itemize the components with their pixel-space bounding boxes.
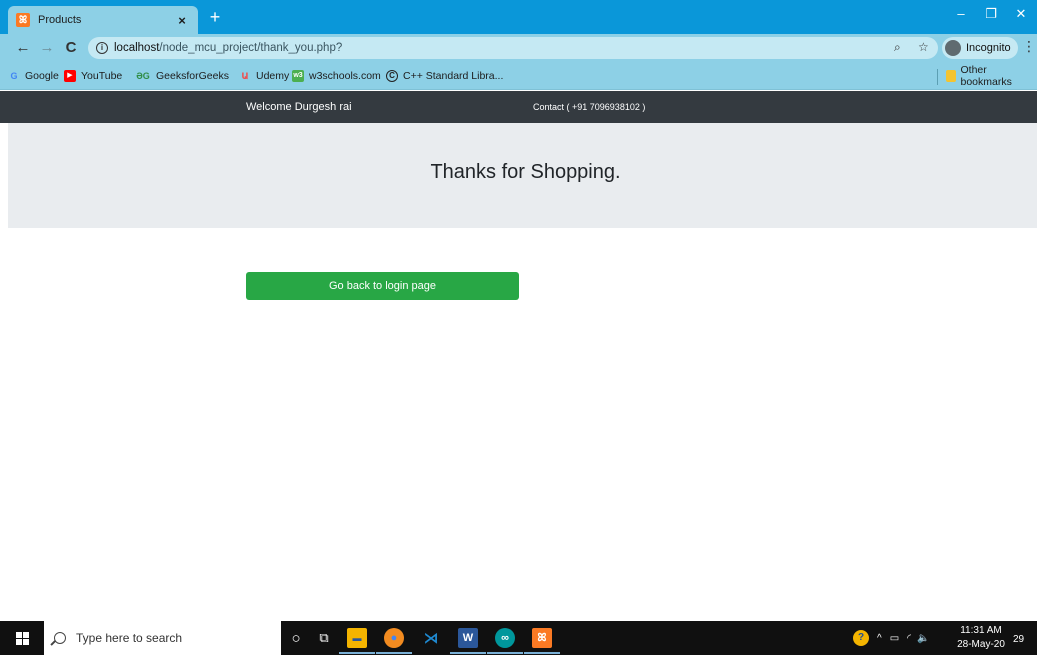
browser-tab-strip: ꕤ Products × + – ❐ ✕ [0,0,1037,34]
youtube-icon: ▶ [64,70,76,82]
system-tray: ? ^ ▭ ◜ 🔈 [853,621,929,655]
active-app-indicator [487,652,523,654]
arduino-icon[interactable]: ∞ [495,628,515,648]
browser-menu-icon[interactable]: ⋮ [1022,38,1036,55]
url-host: localhost [114,42,160,54]
task-view-icon[interactable]: ⧉ [314,628,334,648]
bookmark-youtube[interactable]: ▶ YouTube [64,68,122,84]
welcome-text: Welcome Durgesh rai [246,101,352,113]
chevron-up-icon[interactable]: ^ [877,633,882,644]
word-icon[interactable]: W [458,628,478,648]
url-path: /node_mcu_project/thank_you.php? [159,42,343,54]
bookmark-label: w3schools.com [309,70,381,82]
xampp-icon[interactable]: ꕤ [532,628,552,648]
windows-logo-icon [15,631,29,645]
vscode-icon[interactable]: ⋊ [421,628,441,648]
tab-title: Products [38,14,82,26]
active-app-indicator [450,652,486,654]
bookmarks-divider [937,69,938,85]
page-title: Thanks for Shopping. [430,161,621,183]
volume-icon[interactable]: 🔈 [917,633,929,644]
bookmark-cpp-library[interactable]: C C++ Standard Libra... [386,68,503,84]
tab-close-icon[interactable]: × [174,13,190,28]
file-explorer-icon[interactable]: ▬ [347,628,367,648]
xampp-favicon-icon: ꕤ [16,13,30,27]
notification-center-icon[interactable]: 29 [1013,630,1029,646]
bookmark-label: C++ Standard Libra... [403,70,504,82]
windows-taskbar: Type here to search ○ ⧉ ▬ ● ⋊ W ∞ ꕤ ? ^ … [0,621,1037,655]
bookmark-udemy[interactable]: Ա Udemy [239,68,289,84]
geeksforgeeks-icon: ƏG [136,71,150,81]
address-bar[interactable]: i localhost/node_mcu_project/thank_you.p… [88,37,938,59]
zoom-icon[interactable]: ⌕ [894,40,901,55]
folder-icon [946,70,956,82]
browser-toolbar: ← → C i localhost/node_mcu_project/thank… [0,34,1037,62]
battery-icon[interactable]: ▭ [890,633,899,644]
site-navbar: Welcome Durgesh rai Contact ( +91 709693… [0,91,1037,123]
start-button[interactable] [0,621,44,655]
active-app-indicator [339,652,375,654]
close-window-icon[interactable]: ✕ [1006,4,1036,24]
w3schools-icon: w3 [292,70,304,82]
cortana-icon[interactable]: ○ [286,628,306,648]
chrome-icon[interactable]: ● [384,628,404,648]
search-placeholder: Type here to search [76,631,183,645]
back-to-login-button[interactable]: Go back to login page [246,272,519,300]
bookmark-google[interactable]: G Google [8,68,59,84]
clock-date: 28-May-20 [957,639,1005,650]
active-app-indicator [376,652,412,654]
back-arrow-icon[interactable]: ← [13,38,33,58]
clock-time: 11:31 AM [960,625,1002,636]
bookmark-geeksforgeeks[interactable]: ƏG GeeksforGeeks [135,68,229,84]
bookmark-label: GeeksforGeeks [156,70,229,82]
reload-icon[interactable]: C [61,38,81,58]
bookmark-w3schools[interactable]: w3 w3schools.com [292,68,381,84]
bookmark-star-icon[interactable]: ☆ [918,40,929,54]
bookmarks-bar: G Google ▶ YouTube ƏG GeeksforGeeks Ա Ud… [0,62,1037,90]
bookmark-label: YouTube [81,70,123,82]
help-icon[interactable]: ? [853,630,869,646]
incognito-icon [945,40,961,56]
thanks-banner: Thanks for Shopping. [8,123,1037,228]
notification-count: 29 [1013,634,1025,645]
other-bookmarks-label: Other bookmarks [960,64,1012,88]
active-app-indicator [524,652,560,654]
google-icon: G [10,71,18,81]
wifi-icon[interactable]: ◜ [907,633,911,644]
new-tab-button[interactable]: + [205,7,225,27]
other-bookmarks[interactable]: Other bookmarks [946,64,1037,88]
minimize-icon[interactable]: – [946,4,976,24]
incognito-label: Incognito [966,42,1011,54]
incognito-indicator[interactable]: Incognito [942,37,1018,59]
restore-icon[interactable]: ❐ [976,4,1006,24]
taskbar-search-input[interactable]: Type here to search [44,621,281,655]
tab-products[interactable]: ꕤ Products × [8,6,198,34]
site-info-icon[interactable]: i [96,42,108,54]
taskbar-clock[interactable]: 11:31 AM 28-May-20 [956,624,1006,652]
bookmark-label: Udemy [256,70,290,82]
search-icon [54,632,66,644]
udemy-icon: Ա [241,71,249,81]
cpp-icon: C [386,70,398,82]
bookmark-label: Google [25,70,59,82]
contact-link[interactable]: Contact ( +91 7096938102 ) [533,91,645,123]
forward-arrow-icon[interactable]: → [37,38,57,58]
